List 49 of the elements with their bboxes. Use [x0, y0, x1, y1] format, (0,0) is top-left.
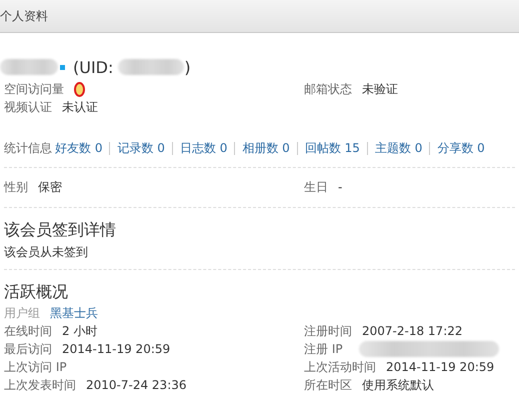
stat-link[interactable]: 分享数 0 — [437, 140, 485, 156]
separator-bar — [234, 142, 236, 154]
field-label: 上次访问 IP — [4, 358, 67, 376]
stat-link[interactable]: 好友数 0 — [55, 140, 102, 156]
stat-link[interactable]: 日志数 0 — [180, 140, 228, 156]
redacted-uid — [118, 59, 184, 75]
field-label: 用户组 — [4, 304, 40, 322]
uid-label: ) — [184, 58, 191, 76]
stat-link[interactable]: 相册数 0 — [242, 140, 290, 156]
section-heading: 活跃概况 — [4, 281, 69, 303]
field-label: 所在时区 — [304, 376, 352, 394]
field-value: 2 小时 — [62, 322, 98, 340]
field-label: 注册 IP — [304, 340, 343, 358]
redacted-username — [0, 59, 58, 75]
stat-link[interactable]: 主题数 0 — [374, 140, 422, 156]
field-label: 性别 — [4, 178, 28, 196]
field-value: 使用系统默认 — [362, 376, 434, 394]
field-value: 未验证 — [362, 80, 398, 98]
field-value: 2014-11-19 20:59 — [62, 342, 170, 356]
field-label: 最后访问 — [4, 340, 52, 358]
field-label: 注册时间 — [304, 322, 352, 340]
section-heading: 该会员签到详情 — [4, 219, 117, 241]
status-icon — [60, 64, 65, 70]
separator-bar — [296, 142, 298, 154]
user-group-link[interactable]: 黑基士兵 — [50, 304, 98, 322]
field-value: 未认证 — [62, 98, 98, 116]
section-text: 该会员从未签到 — [4, 244, 89, 261]
stats-label: 统计信息 — [4, 140, 52, 156]
header-title: 个人资料 — [0, 8, 48, 24]
stat-link[interactable]: 回帖数 15 — [304, 140, 360, 156]
field-label: 邮箱状态 — [304, 80, 352, 98]
field-value: 2010-7-24 23:36 — [86, 378, 186, 392]
stat-link[interactable]: 记录数 0 — [117, 140, 165, 156]
field-value: 保密 — [38, 178, 62, 196]
separator-bar — [366, 142, 368, 154]
field-label: 在线时间 — [4, 322, 52, 340]
field-label: 上次发表时间 — [4, 376, 76, 394]
field-value: - — [338, 180, 342, 194]
uid-label: (UID: — [73, 58, 114, 76]
field-value: 2007-2-18 17:22 — [362, 324, 462, 338]
field-label: 生日 — [304, 178, 328, 196]
field-label: 视频认证 — [4, 98, 52, 116]
badge-icon — [74, 82, 85, 96]
field-label: 空间访问量 — [4, 80, 64, 98]
field-value: 2014-11-19 20:59 — [386, 360, 494, 374]
separator-bar — [109, 142, 110, 154]
field-label: 上次活动时间 — [304, 358, 376, 376]
separator-bar — [429, 142, 430, 154]
separator-bar — [172, 142, 173, 154]
